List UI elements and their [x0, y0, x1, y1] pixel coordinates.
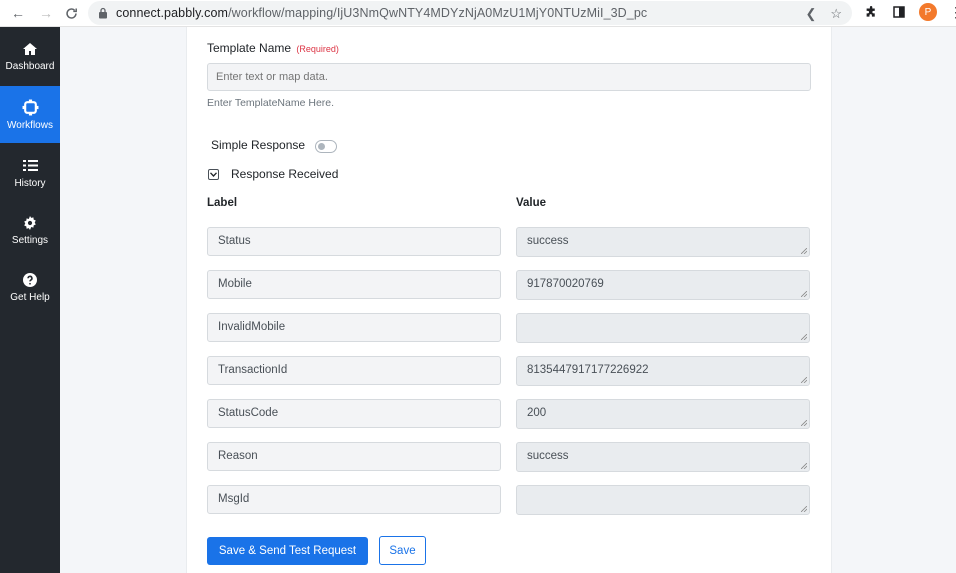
sidebar-item-label: History — [14, 177, 46, 189]
sidebar: Dashboard Workflows History Settings Get… — [0, 27, 60, 573]
browser-toolbar: ← → connect.pabbly.com/workflow/mapping/… — [0, 0, 956, 27]
resize-grip-icon[interactable] — [801, 248, 807, 254]
row-label-status[interactable]: Status — [207, 227, 501, 256]
sidebar-item-label: Dashboard — [5, 60, 55, 72]
label-column-header: Label — [207, 197, 238, 209]
reload-icon[interactable] — [62, 4, 80, 22]
template-name-input[interactable] — [207, 63, 811, 91]
back-arrow-icon[interactable]: ← — [9, 4, 27, 22]
address-bar[interactable]: connect.pabbly.com/workflow/mapping/IjU3… — [88, 1, 852, 25]
row-value-status[interactable]: success — [516, 227, 810, 257]
resize-grip-icon[interactable] — [801, 334, 807, 340]
profile-avatar[interactable]: P — [919, 3, 937, 21]
row-value-text: success — [527, 450, 569, 462]
row-value-transaction-id[interactable]: 8135447917177226922 — [516, 356, 810, 386]
value-column-header: Value — [516, 197, 547, 209]
row-value-status-code[interactable]: 200 — [516, 399, 810, 429]
share-icon[interactable]: ❮ — [805, 6, 816, 22]
bookmark-star-icon[interactable]: ☆ — [830, 6, 842, 22]
forward-arrow-icon[interactable]: → — [37, 4, 55, 22]
list-icon — [22, 157, 38, 175]
url-text: connect.pabbly.com/workflow/mapping/IjU3… — [116, 6, 647, 20]
required-marker: (Required) — [296, 44, 339, 54]
sidebar-item-settings[interactable]: Settings — [0, 201, 60, 258]
help-icon — [23, 271, 37, 289]
lock-icon — [99, 7, 107, 19]
row-label-transaction-id[interactable]: TransactionId — [207, 356, 501, 385]
row-label-mobile[interactable]: Mobile — [207, 270, 501, 299]
row-value-text: 917870020769 — [527, 278, 604, 290]
url-path: /workflow/mapping/IjU3NmQwNTY4MDYzNjA0Mz… — [228, 6, 648, 20]
resize-grip-icon[interactable] — [801, 463, 807, 469]
resize-grip-icon[interactable] — [801, 506, 807, 512]
simple-response-label: Simple Response — [211, 138, 306, 152]
toggle-knob — [318, 143, 325, 150]
sidebar-item-label: Workflows — [7, 119, 53, 131]
row-value-invalid-mobile[interactable] — [516, 313, 810, 343]
home-icon — [22, 40, 38, 58]
template-name-text: Template Name — [207, 41, 292, 55]
gear-icon — [23, 214, 37, 232]
resize-grip-icon[interactable] — [801, 420, 807, 426]
row-label-status-code[interactable]: StatusCode — [207, 399, 501, 428]
row-label-reason[interactable]: Reason — [207, 442, 501, 471]
sidebar-item-label: Get Help — [10, 291, 50, 303]
template-name-label: Template Name (Required) — [207, 41, 339, 55]
extensions-puzzle-icon[interactable] — [863, 4, 879, 20]
resize-grip-icon[interactable] — [801, 291, 807, 297]
sidebar-item-dashboard[interactable]: Dashboard — [0, 27, 60, 84]
save-button[interactable]: Save — [379, 536, 426, 565]
sidebar-item-history[interactable]: History — [0, 144, 60, 201]
more-menu-icon[interactable]: ⋮ — [949, 4, 956, 21]
row-label-msg-id[interactable]: MsgId — [207, 485, 501, 514]
row-value-text: 200 — [527, 407, 547, 419]
side-panel-icon[interactable] — [891, 4, 907, 20]
response-received-chevron[interactable] — [208, 169, 219, 180]
resize-grip-icon[interactable] — [801, 377, 807, 383]
sidebar-item-workflows[interactable]: Workflows — [0, 86, 60, 143]
row-value-mobile[interactable]: 917870020769 — [516, 270, 810, 300]
row-label-invalid-mobile[interactable]: InvalidMobile — [207, 313, 501, 342]
row-value-text: success — [527, 235, 569, 247]
row-value-text: 8135447917177226922 — [527, 364, 649, 376]
response-mapping-card: Template Name (Required) Enter TemplateN… — [186, 27, 832, 573]
simple-response-toggle[interactable] — [315, 140, 337, 153]
row-value-reason[interactable]: success — [516, 442, 810, 472]
chevron-down-icon — [210, 172, 217, 177]
response-received-label: Response Received — [231, 167, 339, 181]
row-value-msg-id[interactable] — [516, 485, 810, 515]
sidebar-item-label: Settings — [11, 234, 49, 246]
save-and-send-test-request-button[interactable]: Save & Send Test Request — [207, 537, 368, 565]
sidebar-item-get-help[interactable]: Get Help — [0, 258, 60, 315]
workflow-icon — [22, 99, 39, 117]
template-name-help: Enter TemplateName Here. — [207, 97, 335, 109]
url-host: connect.pabbly.com — [116, 6, 229, 20]
